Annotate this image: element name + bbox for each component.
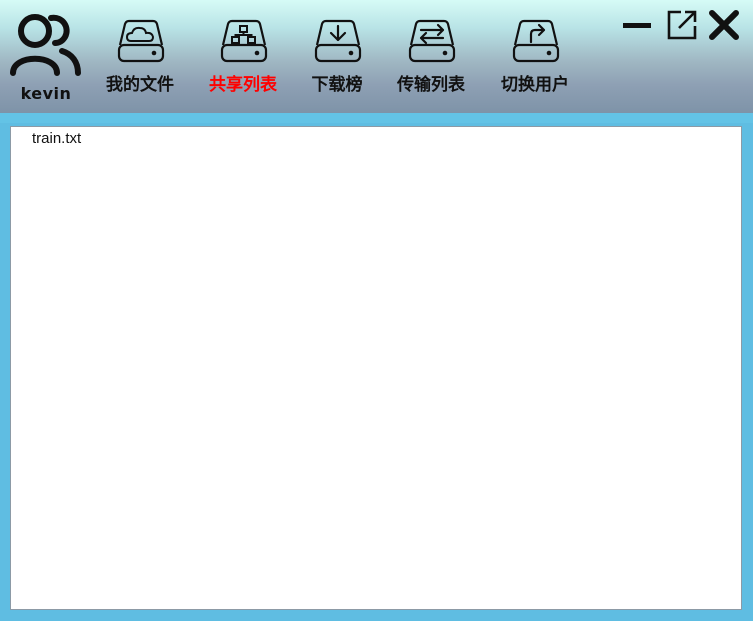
user-profile[interactable]: kevin [8, 10, 84, 103]
nav-label: 传输列表 [397, 75, 465, 95]
nav-my-files[interactable]: 我的文件 [92, 18, 188, 98]
external-window-icon [667, 10, 697, 40]
minimize-icon [623, 23, 651, 28]
nav-share-list[interactable]: 共享列表 [195, 18, 291, 98]
popout-button[interactable] [665, 8, 699, 42]
user-name: kevin [20, 84, 72, 103]
switch-user-drive-icon [512, 19, 560, 63]
users-icon [10, 14, 81, 76]
nav-switch-user[interactable]: 切换用户 [487, 18, 583, 98]
nav-download-rank[interactable]: 下载榜 [289, 18, 385, 98]
download-drive-icon [314, 19, 362, 63]
nav-label: 切换用户 [501, 75, 569, 95]
file-list[interactable]: train.txt [10, 126, 742, 610]
share-drive-icon [220, 19, 268, 63]
nav-label: 我的文件 [106, 75, 174, 95]
nav-label: 下载榜 [311, 75, 363, 95]
close-button[interactable] [707, 8, 741, 42]
transfer-drive-icon [408, 19, 456, 63]
title-bar-bottom-strip [0, 113, 753, 123]
close-icon [709, 10, 739, 40]
nav-transfer-list[interactable]: 传输列表 [383, 18, 479, 98]
cloud-drive-icon [117, 19, 165, 63]
minimize-button[interactable] [620, 8, 654, 42]
list-item[interactable]: train.txt [32, 130, 81, 147]
nav-label: 共享列表 [209, 75, 277, 95]
